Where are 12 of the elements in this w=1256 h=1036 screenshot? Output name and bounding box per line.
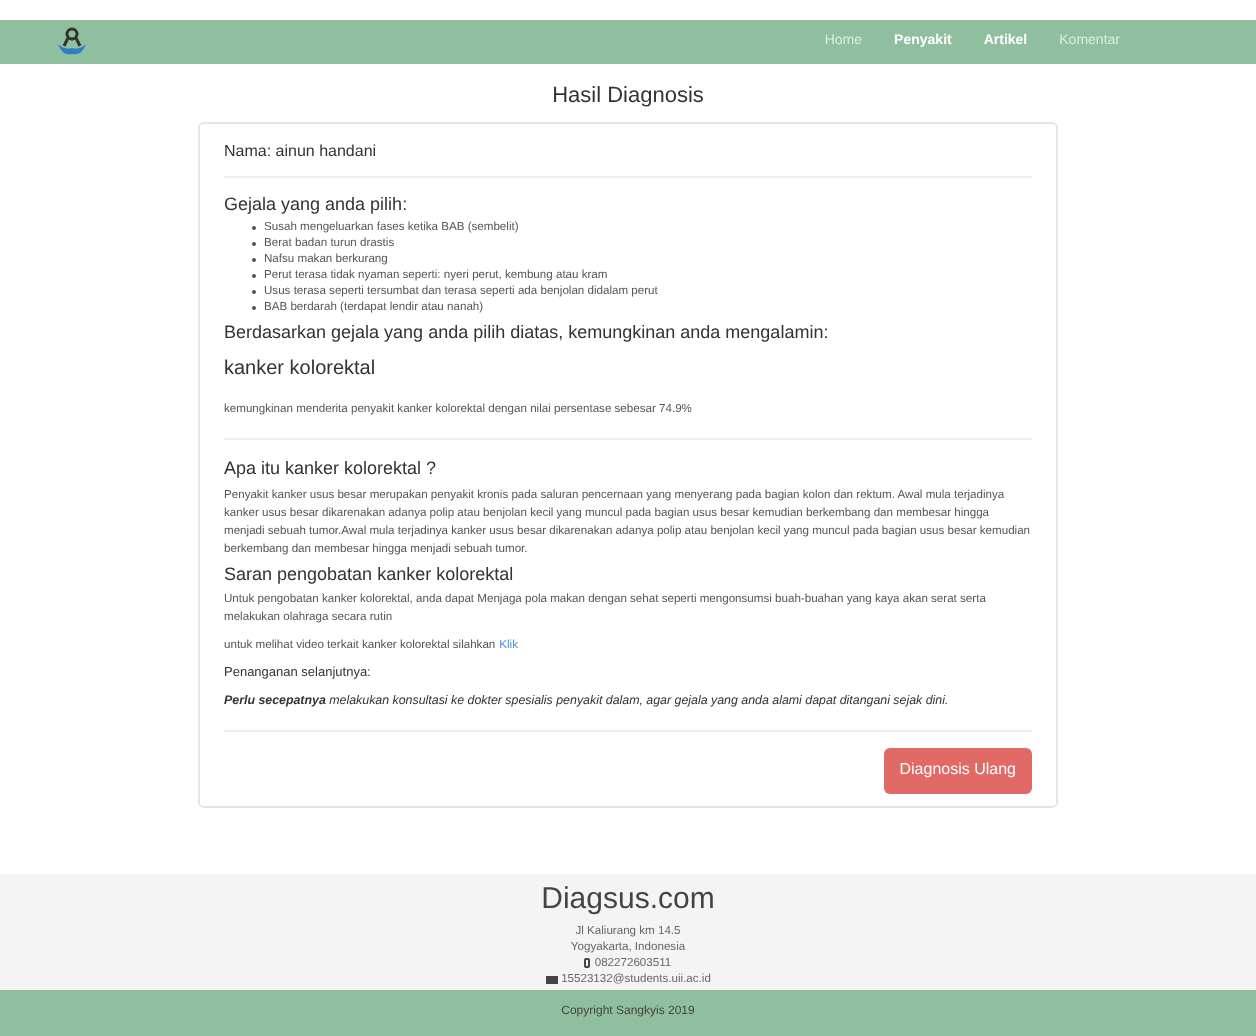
disease-name: kanker kolorektal [224, 355, 378, 383]
logo-icon[interactable] [56, 26, 88, 58]
section-heading: Gejala yang anda pilih: [224, 191, 410, 218]
section-heading: Apa itu kanker kolorektal ? [224, 456, 439, 483]
phone-icon [584, 958, 591, 968]
page-title: Hasil Diagnosis [550, 82, 706, 112]
envelope-icon [545, 975, 558, 983]
patient-name: Nama: ainun handani [224, 139, 1032, 177]
section-heading: Saran pengobatan kanker kolorektal [224, 561, 516, 588]
diagnose-again-button[interactable]: Diagnosis Ulang [883, 747, 1032, 794]
section-heading: Berdasarkan gejala yang anda pilih diatas, kemungkinan anda mengalamin: [224, 320, 831, 346]
footer-brand: Diagsus.com [541, 880, 715, 920]
